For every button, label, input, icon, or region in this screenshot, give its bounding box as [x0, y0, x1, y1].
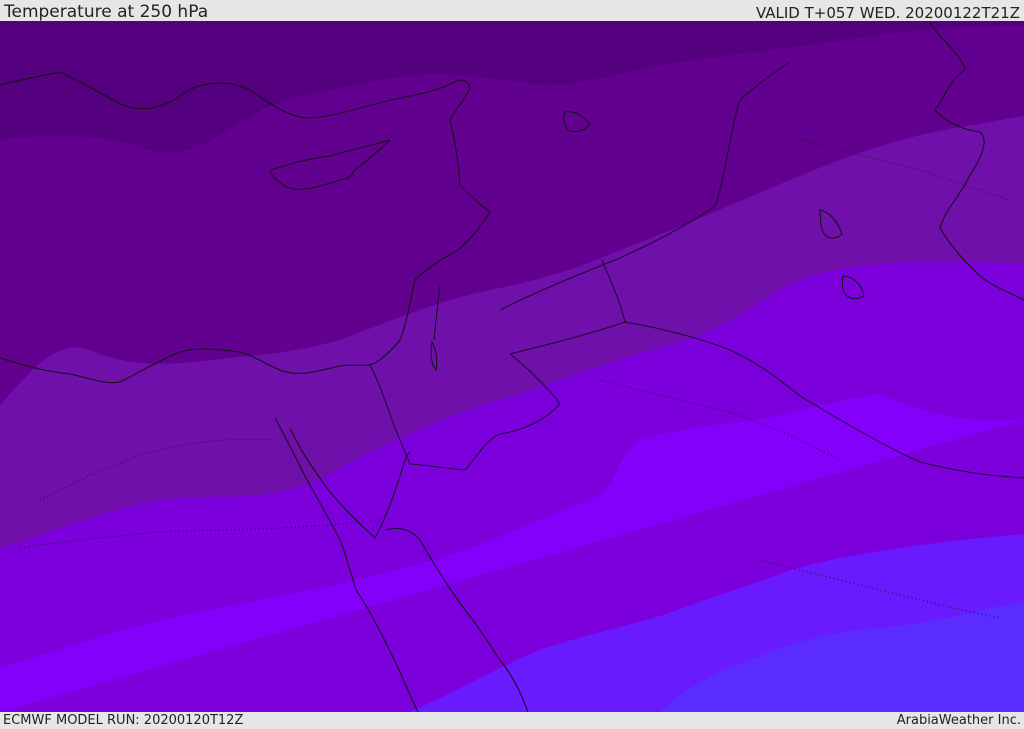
credit-label: ArabiaWeather Inc.: [896, 713, 1021, 728]
map-area[interactable]: [0, 21, 1024, 712]
header-bar: Temperature at 250 hPa VALID T+057 WED. …: [0, 0, 1024, 21]
temperature-map: [0, 21, 1024, 712]
valid-time-label: VALID T+057 WED. 20200122T21Z: [755, 4, 1020, 22]
footer-bar: ECMWF MODEL RUN: 20200120T12Z ArabiaWeat…: [0, 712, 1024, 729]
map-title: Temperature at 250 hPa: [4, 2, 209, 22]
model-run-label: ECMWF MODEL RUN: 20200120T12Z: [3, 713, 244, 728]
